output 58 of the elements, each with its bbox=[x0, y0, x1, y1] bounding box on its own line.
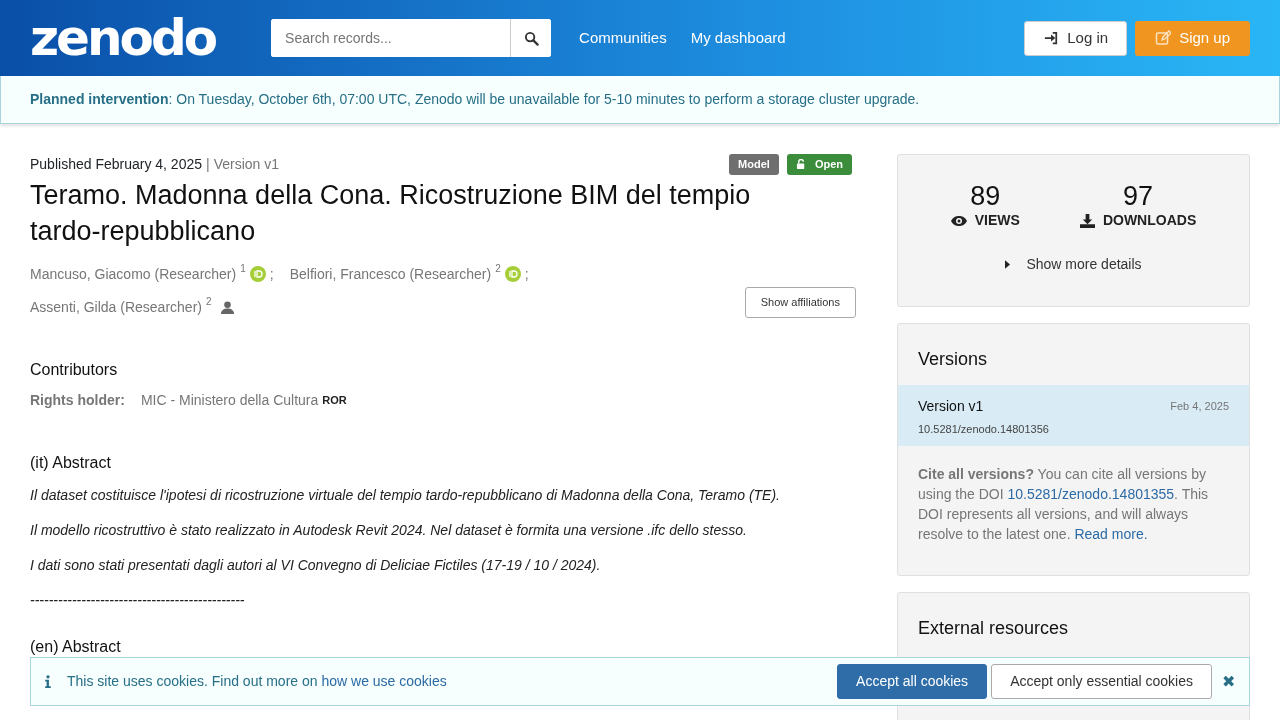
abstract-paragraph: Il dataset costituisce l'ipotesi di ricostruzione virtuale del tempio tardo-repubblicano di Madonna della Cona, Teramo (TE). bbox=[30, 485, 781, 505]
show-affiliations-button[interactable]: Show affiliations bbox=[744, 287, 856, 318]
unlock-icon bbox=[795, 159, 807, 170]
published-date: Published February 4, 2025 bbox=[30, 156, 202, 172]
download-icon bbox=[1079, 213, 1095, 228]
show-more-details-toggle[interactable]: Show more details bbox=[992, 247, 1155, 282]
accept-essential-button[interactable]: Accept only essential cookies bbox=[991, 664, 1212, 699]
type-badge: Model bbox=[729, 154, 779, 175]
rights-holder-name: MIC - Ministero della Cultura bbox=[140, 390, 319, 410]
info-icon bbox=[45, 675, 51, 688]
version-doi: 10.5281/zenodo.14801356 bbox=[918, 422, 1050, 437]
cookie-policy-link[interactable]: how we use cookies bbox=[321, 673, 447, 689]
cite-all-text: Cite all versions? You can cite all versions by using the DOI 10.5281/zenodo.14801355. This DOI represents all versions, and will always resolve to the latest one. Read more. bbox=[917, 464, 1210, 545]
record-title: Teramo. Madonna della Cona. Ricostruzione BIM del tempio tardo-repubblicano bbox=[30, 179, 752, 249]
version-date: Feb 4, 2025 bbox=[1170, 399, 1229, 415]
announcement-banner: Planned intervention: On Tuesday, October 6th, 07:00 UTC, Zenodo will be unavailable for 5-10 minutes to perform a storage cluster upgrade. bbox=[0, 76, 1280, 124]
views-count: 89 bbox=[969, 183, 1002, 210]
accept-all-button[interactable]: Accept all cookies bbox=[837, 664, 988, 699]
separator: | bbox=[206, 156, 210, 172]
downloads-count: 97 bbox=[1122, 183, 1155, 210]
downloads-label: DOWNLOADS bbox=[1102, 211, 1197, 230]
creator-name[interactable]: Assenti, Gilda (Researcher) bbox=[30, 296, 202, 318]
nav-link[interactable]: Communities bbox=[575, 26, 667, 50]
abstract-paragraph: ---------------------------------------------- bbox=[30, 590, 246, 610]
version-label: Version v1 bbox=[213, 156, 279, 172]
search-button[interactable] bbox=[510, 19, 552, 57]
field-label: Rights holder: bbox=[30, 390, 125, 410]
zenodo-logo[interactable]: zenodo bbox=[30, 13, 216, 63]
eye-icon bbox=[950, 214, 967, 227]
close-button[interactable]: ✖ bbox=[1212, 669, 1235, 694]
cookie-notice: This site uses cookies. Find out more on how we use cookies bbox=[67, 672, 448, 691]
login-button[interactable]: Log in bbox=[1024, 20, 1128, 56]
section-heading: Contributors bbox=[30, 359, 119, 380]
section-heading: (en) Abstract bbox=[30, 636, 122, 657]
nav-link[interactable]: My dashboard bbox=[690, 26, 786, 50]
affiliation-number: 2 bbox=[205, 296, 212, 307]
creator-name[interactable]: Mancuso, Giacomo (Researcher) bbox=[30, 263, 237, 285]
abstract-paragraph: I dati sono stati presentati dagli autori al VI Convegno di Deliciae Fictiles (17-19 / 10 / 2024). bbox=[30, 555, 602, 575]
card-title: External resources bbox=[917, 616, 1070, 640]
search-field[interactable]: Search records... bbox=[271, 19, 552, 57]
separator: ; bbox=[524, 264, 529, 284]
search-icon bbox=[523, 30, 539, 46]
abstract-paragraph: Il modello ricostruttivo è stato realizzato in Autodesk Revit 2024. Nel dataset è formita una versione .ifc dello stesso. bbox=[30, 520, 748, 540]
access-badge: Open bbox=[786, 154, 852, 175]
card-title: Versions bbox=[917, 348, 989, 371]
views-label: VIEWS bbox=[974, 211, 1020, 230]
version-item[interactable]: Version v1 Feb 4, 2025 10.5281/zenodo.14801356 bbox=[898, 385, 1249, 446]
caret-icon bbox=[1005, 260, 1011, 269]
creator-name[interactable]: Belfiori, Francesco (Researcher) bbox=[289, 263, 492, 285]
version-name: Version v1 bbox=[918, 397, 984, 416]
separator: ; bbox=[269, 264, 274, 284]
affiliation-number: 2 bbox=[495, 263, 501, 274]
edit-icon bbox=[1155, 30, 1172, 46]
ror-logo: ROR bbox=[322, 393, 347, 409]
affiliation-number: 1 bbox=[240, 263, 246, 274]
sign-in-icon bbox=[1043, 31, 1060, 45]
read-more-link[interactable]: Read more. bbox=[1074, 526, 1148, 543]
section-heading: (it) Abstract bbox=[30, 452, 112, 473]
